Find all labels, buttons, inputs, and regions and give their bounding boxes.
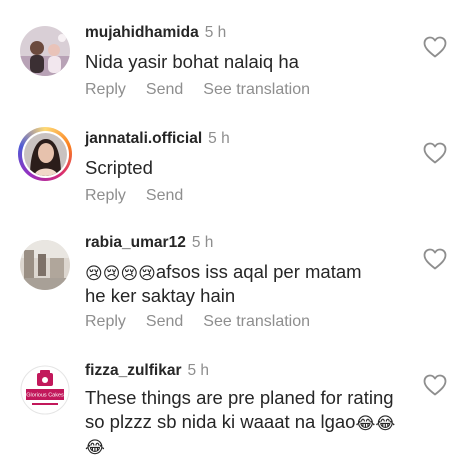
comment-item: Glorious Cakes fizza_zulfikar 5 h These t… bbox=[0, 350, 474, 467]
heart-outline-icon[interactable] bbox=[423, 248, 447, 270]
username[interactable]: jannatali.official bbox=[85, 130, 202, 147]
send-button[interactable]: Send bbox=[146, 187, 183, 204]
comment-text: These things are pre planed for rating s… bbox=[85, 386, 465, 458]
comment-meta: mujahidhamida 5 h bbox=[85, 24, 226, 42]
comment-meta: fizza_zulfikar 5 h bbox=[85, 362, 209, 380]
avatar[interactable]: Glorious Cakes bbox=[20, 365, 70, 415]
timestamp: 5 h bbox=[191, 234, 214, 251]
avatar-brand-text: Glorious Cakes bbox=[26, 393, 64, 399]
comment-item: mujahidhamida 5 h Nida yasir bohat nalaiq… bbox=[0, 0, 474, 110]
avatar[interactable] bbox=[20, 240, 70, 290]
username[interactable]: fizza_zulfikar bbox=[85, 362, 181, 379]
comment-meta: jannatali.official 5 h bbox=[85, 130, 230, 148]
heart-outline-icon[interactable] bbox=[423, 374, 447, 396]
comment-text-line: he ker saktay hain bbox=[85, 285, 236, 306]
comment-text-line: so plzzz sb nida ki waaat na lgao bbox=[85, 411, 356, 432]
comment-text: Nida yasir bohat nalaiq ha bbox=[85, 51, 299, 72]
comment-actions: Reply Send bbox=[85, 187, 203, 205]
reply-button[interactable]: Reply bbox=[85, 187, 126, 204]
comment-text: Scripted bbox=[85, 157, 153, 178]
comment-actions: Reply Send See translation bbox=[85, 313, 330, 331]
reply-button[interactable]: Reply bbox=[85, 313, 126, 330]
reply-button[interactable]: Reply bbox=[85, 81, 126, 98]
timestamp: 5 h bbox=[187, 362, 210, 379]
crying-face-emoji: 😢😢😢😢 bbox=[85, 264, 156, 283]
comment-item: jannatali.official 5 h Scripted Reply Send bbox=[0, 110, 474, 220]
send-button[interactable]: Send bbox=[146, 313, 183, 330]
avatar[interactable] bbox=[18, 127, 72, 181]
see-translation-button[interactable]: See translation bbox=[203, 81, 310, 98]
comment-text: 😢😢😢😢afsos iss aqal per matam he ker sakt… bbox=[85, 260, 415, 308]
timestamp: 5 h bbox=[208, 130, 230, 147]
laughing-face-emoji: 😂 bbox=[85, 438, 105, 457]
heart-outline-icon[interactable] bbox=[423, 36, 447, 58]
laughing-face-emoji: 😂😂 bbox=[355, 414, 396, 433]
comment-item: rabia_umar12 5 h 😢😢😢😢afsos iss aqal per m… bbox=[0, 220, 474, 350]
username[interactable]: rabia_umar12 bbox=[85, 234, 186, 251]
comment-text-line: These things are pre planed for rating bbox=[85, 387, 394, 408]
avatar[interactable] bbox=[20, 26, 70, 76]
comment-text-line: afsos iss aqal per matam bbox=[155, 261, 362, 282]
heart-outline-icon[interactable] bbox=[423, 142, 447, 164]
comment-meta: rabia_umar12 5 h bbox=[85, 234, 213, 252]
username[interactable]: mujahidhamida bbox=[85, 24, 199, 41]
send-button[interactable]: Send bbox=[146, 81, 183, 98]
see-translation-button[interactable]: See translation bbox=[203, 313, 310, 330]
timestamp: 5 h bbox=[204, 24, 227, 41]
comment-actions: Reply Send See translation bbox=[85, 81, 330, 99]
